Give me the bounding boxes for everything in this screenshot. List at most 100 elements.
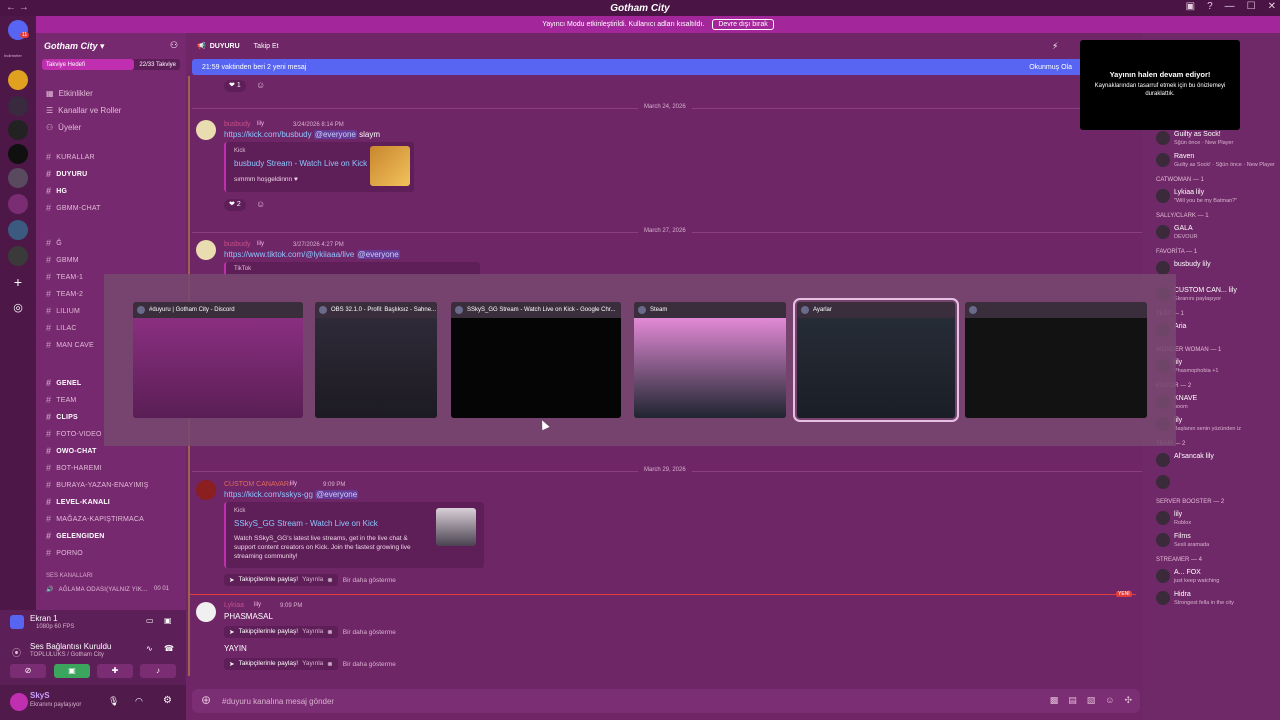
gif-icon[interactable]: ▤ [1068,695,1077,706]
activities-button[interactable]: ✚ [97,664,133,678]
boost-progress[interactable]: Takviye Hedefi 22/33 Takviye [42,59,180,70]
close-button[interactable]: ✕ [1268,1,1276,12]
channel-item[interactable]: # man cave [46,340,94,350]
channel-item[interactable]: # hg [46,186,67,196]
channel-item[interactable]: # mağaza-kapiştirmaca [46,514,144,524]
embed-thumbnail[interactable] [436,508,476,546]
mic-icon[interactable]: 🎙 [108,696,119,707]
channel-item[interactable]: # bot-haremı [46,463,102,473]
popout-icon[interactable]: ▭ [146,616,154,625]
member-item[interactable]: Al'sancak lily [1156,451,1276,471]
close-icon[interactable]: ⊗ [327,660,332,668]
server-icon[interactable] [8,220,28,240]
channel-item[interactable]: # buraya-yazan-enayimiş [46,480,149,490]
share-to-followers-button[interactable]: ➤ Takipçilerinle paylaş! Yayınla ⊗ [224,626,338,638]
share-to-followers-button[interactable]: ➤ Takipçilerinle paylaş! Yayınla ⊗ [224,574,338,586]
server-icon[interactable] [8,246,28,266]
member-item[interactable] [1156,473,1276,493]
sidebar-item-members[interactable]: ⚇ Üyeler [46,123,81,132]
screen-share-button[interactable]: ▣ [54,664,90,678]
window-thumbnail[interactable]: #duyuru | Gotham City - Discord [133,302,303,418]
embed-provider[interactable]: Kick [234,508,245,514]
server-icon[interactable] [8,168,28,188]
share-to-followers-button[interactable]: ➤ Takipçilerinle paylaş! Yayınla ⊗ [224,658,338,670]
message-link[interactable]: https://www.tiktok.com/@lykiiaaa/live [224,250,354,259]
mark-read-button[interactable]: Okunmuş Ola [1029,64,1072,71]
noise-suppression-icon[interactable]: ∿ [146,644,153,653]
message-author[interactable]: busbudy [224,241,250,248]
member-item[interactable]: Lykiaa lily "Will you be my Batman?" [1156,187,1276,207]
disable-streamer-mode-button[interactable]: Devre dışı bırak [712,19,774,30]
attach-icon[interactable]: ⊕ [201,693,211,707]
channel-item[interactable]: # porno [46,548,83,558]
channel-item[interactable]: # lilac [46,323,77,333]
server-icon[interactable] [8,120,28,140]
embed-title[interactable]: busbudy Stream - Watch Live on Kick [234,159,367,168]
member-item[interactable]: Guilty as Sock! Sğün önce · New Player [1156,129,1276,149]
channel-item[interactable]: # owo-chat [46,446,97,456]
voice-channel[interactable]: 🔊 AĞLAMA ODASI(YALNIZ YIK... [46,586,148,594]
server-name[interactable]: Gotham City ▾ [44,41,105,52]
nav-arrows[interactable]: ← → [6,2,29,13]
channel-item[interactable]: # ğ [46,238,62,248]
embed-provider[interactable]: Kick [234,148,245,154]
settings-gear-icon[interactable]: ⚙ [163,695,172,706]
reaction[interactable]: ❤ 2 [224,199,246,211]
window-thumbnail[interactable]: SSkyS_GG Stream - Watch Live on Kick - G… [451,302,621,418]
user-name[interactable]: SkyS [30,691,50,700]
dont-show-again-link[interactable]: Bir daha gösterme [343,661,396,668]
stop-share-icon[interactable]: ▣ [164,616,172,625]
channel-item[interactable]: # duyuru [46,169,87,179]
add-reaction-icon[interactable]: ☺ [256,80,265,90]
help-icon[interactable]: ? [1207,1,1213,12]
disconnect-icon[interactable]: ☎ [164,644,174,653]
window-thumbnail[interactable]: OBS 32.1.0 - Profil: Başlıksız - Sahne..… [315,302,437,418]
sidebar-item-events[interactable]: ▦ Etkinlikler [46,89,93,98]
server-icon[interactable] [8,96,28,116]
minimize-button[interactable]: — [1225,1,1235,12]
close-icon[interactable]: ⊗ [327,628,332,636]
mention[interactable]: @everyone [356,250,400,259]
message-author[interactable]: CUSTOM CANAVARı [224,481,291,488]
avatar[interactable] [196,480,216,500]
follow-button[interactable]: Takip Et [254,43,279,50]
member-item[interactable]: A... FOX just keep watching [1156,567,1276,587]
embed-title[interactable]: SSkyS_GG Stream - Watch Live on Kick [234,519,378,528]
channel-item[interactable]: # gbmm [46,255,79,265]
mention[interactable]: @everyone [313,130,357,139]
message-link[interactable]: https://kick.com/busbudy [224,130,312,139]
window-thumbnail[interactable]: Steam [634,302,786,418]
member-item[interactable]: Hidra Strongest fella in the city [1156,589,1276,609]
channel-item[interactable]: # lilium [46,306,80,316]
sticker-icon[interactable]: ▧ [1087,695,1096,706]
channel-item[interactable]: # gelengiden [46,531,105,541]
avatar[interactable] [196,120,216,140]
dont-show-again-link[interactable]: Bir daha gösterme [343,577,396,584]
dont-show-again-link[interactable]: Bir daha gösterme [343,629,396,636]
avatar[interactable] [196,240,216,260]
sidebar-item-channels-roles[interactable]: ☰ Kanallar ve Roller [46,106,121,115]
message-author[interactable]: Lykiaa [224,602,244,609]
add-server-icon[interactable]: + [8,272,28,292]
channel-item[interactable]: # clips [46,412,78,422]
window-thumbnail[interactable]: Ayarlar [793,298,959,422]
avatar[interactable] [196,602,216,622]
member-item[interactable]: GALA DEVOUR [1156,223,1276,243]
avatar[interactable] [10,693,28,711]
message-composer[interactable]: ⊕ #duyuru kanalına mesaj gönder ▩ ▤ ▧ ☺ … [192,689,1140,713]
emoji-icon[interactable]: ☺ [1105,695,1114,706]
channel-item[interactable]: # genel [46,378,81,388]
headphones-icon[interactable]: ◠ [135,696,143,707]
embed-provider[interactable]: TikTok [234,266,251,272]
add-user-icon[interactable]: ⚇ [170,40,178,51]
member-item[interactable]: lily Roblox [1156,509,1276,529]
discover-icon[interactable]: ◎ [8,298,28,318]
inbox-icon[interactable]: ▣ [1186,1,1195,12]
channel-item[interactable]: # team [46,395,76,405]
channel-item[interactable]: # level-kanalı [46,497,110,507]
channel-item[interactable]: # gbmm-chat [46,203,101,213]
message-link[interactable]: https://kick.com/sskys-gg [224,490,313,499]
soundboard-button[interactable]: ♪ [140,664,176,678]
embed-thumbnail[interactable] [370,146,410,186]
apps-icon[interactable]: ✣ [1124,695,1132,706]
